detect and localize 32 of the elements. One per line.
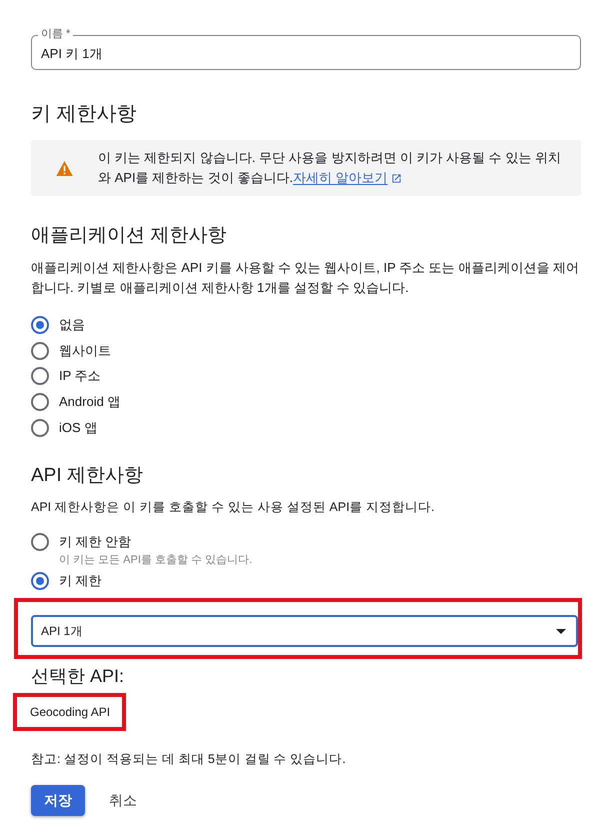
section-description: API 제한사항은 이 키를 호출할 수 있는 사용 설정된 API를 지정합니다.	[31, 499, 436, 516]
radio-label[interactable]: 없음	[59, 316, 85, 334]
radio-button[interactable]	[31, 572, 49, 590]
section-heading: 키 제한사항	[31, 102, 138, 127]
section-heading: API 제한사항	[31, 464, 144, 488]
field-label: 이름 *	[38, 27, 74, 41]
save-button[interactable]: 저장	[31, 785, 85, 816]
radio-button[interactable]	[31, 316, 49, 334]
caret-down-icon	[556, 628, 566, 634]
radio-label[interactable]: IP 주소	[59, 367, 101, 386]
warning-icon	[56, 160, 73, 176]
radio-button[interactable]	[31, 342, 49, 360]
selected-api-name: Geocoding API	[30, 705, 110, 720]
section-heading: 애플리케이션 제한사항	[31, 224, 228, 248]
radio-button[interactable]	[31, 418, 49, 437]
radio-label[interactable]: 키 제한 안함	[59, 532, 252, 552]
section-description: 애플리케이션 제한사항은 API 키를 사용할 수 있는 웹사이트, IP 주소 또는 애플리케이션을 제어합니다. 키별로 애플리케이션 제한사항 1개를 설정할 수 있습니다.	[31, 259, 580, 297]
radio-label[interactable]: Android 앱	[59, 392, 120, 411]
radio-label[interactable]: 키 제한	[59, 571, 102, 592]
radio-label[interactable]: iOS 앱	[59, 418, 98, 437]
api-dropdown[interactable]: API 1개	[31, 615, 578, 648]
external-link-icon	[390, 172, 402, 184]
warning-text: 이 키는 제한되지 않습니다. 무단 사용을 방지하려면 이 키가 사용될 수 있는 위치와 API를 제한하는 것이 좋습니다.자세히 알아보기	[98, 148, 563, 188]
option-hint: 이 키는 모든 API를 호출할 수 있습니다.	[59, 553, 252, 568]
learn-more-link[interactable]: 자세히 알아보기	[293, 168, 402, 188]
subsection-heading: 선택한 API:	[31, 665, 126, 688]
cancel-button[interactable]: 취소	[99, 785, 147, 816]
note-text: 참고: 설정이 적용되는 데 최대 5분이 걸릴 수 있습니다.	[31, 751, 347, 768]
radio-button[interactable]	[31, 367, 49, 386]
radio-label[interactable]: 웹사이트	[59, 342, 111, 360]
radio-button[interactable]	[31, 392, 49, 411]
radio-button[interactable]	[31, 533, 49, 552]
